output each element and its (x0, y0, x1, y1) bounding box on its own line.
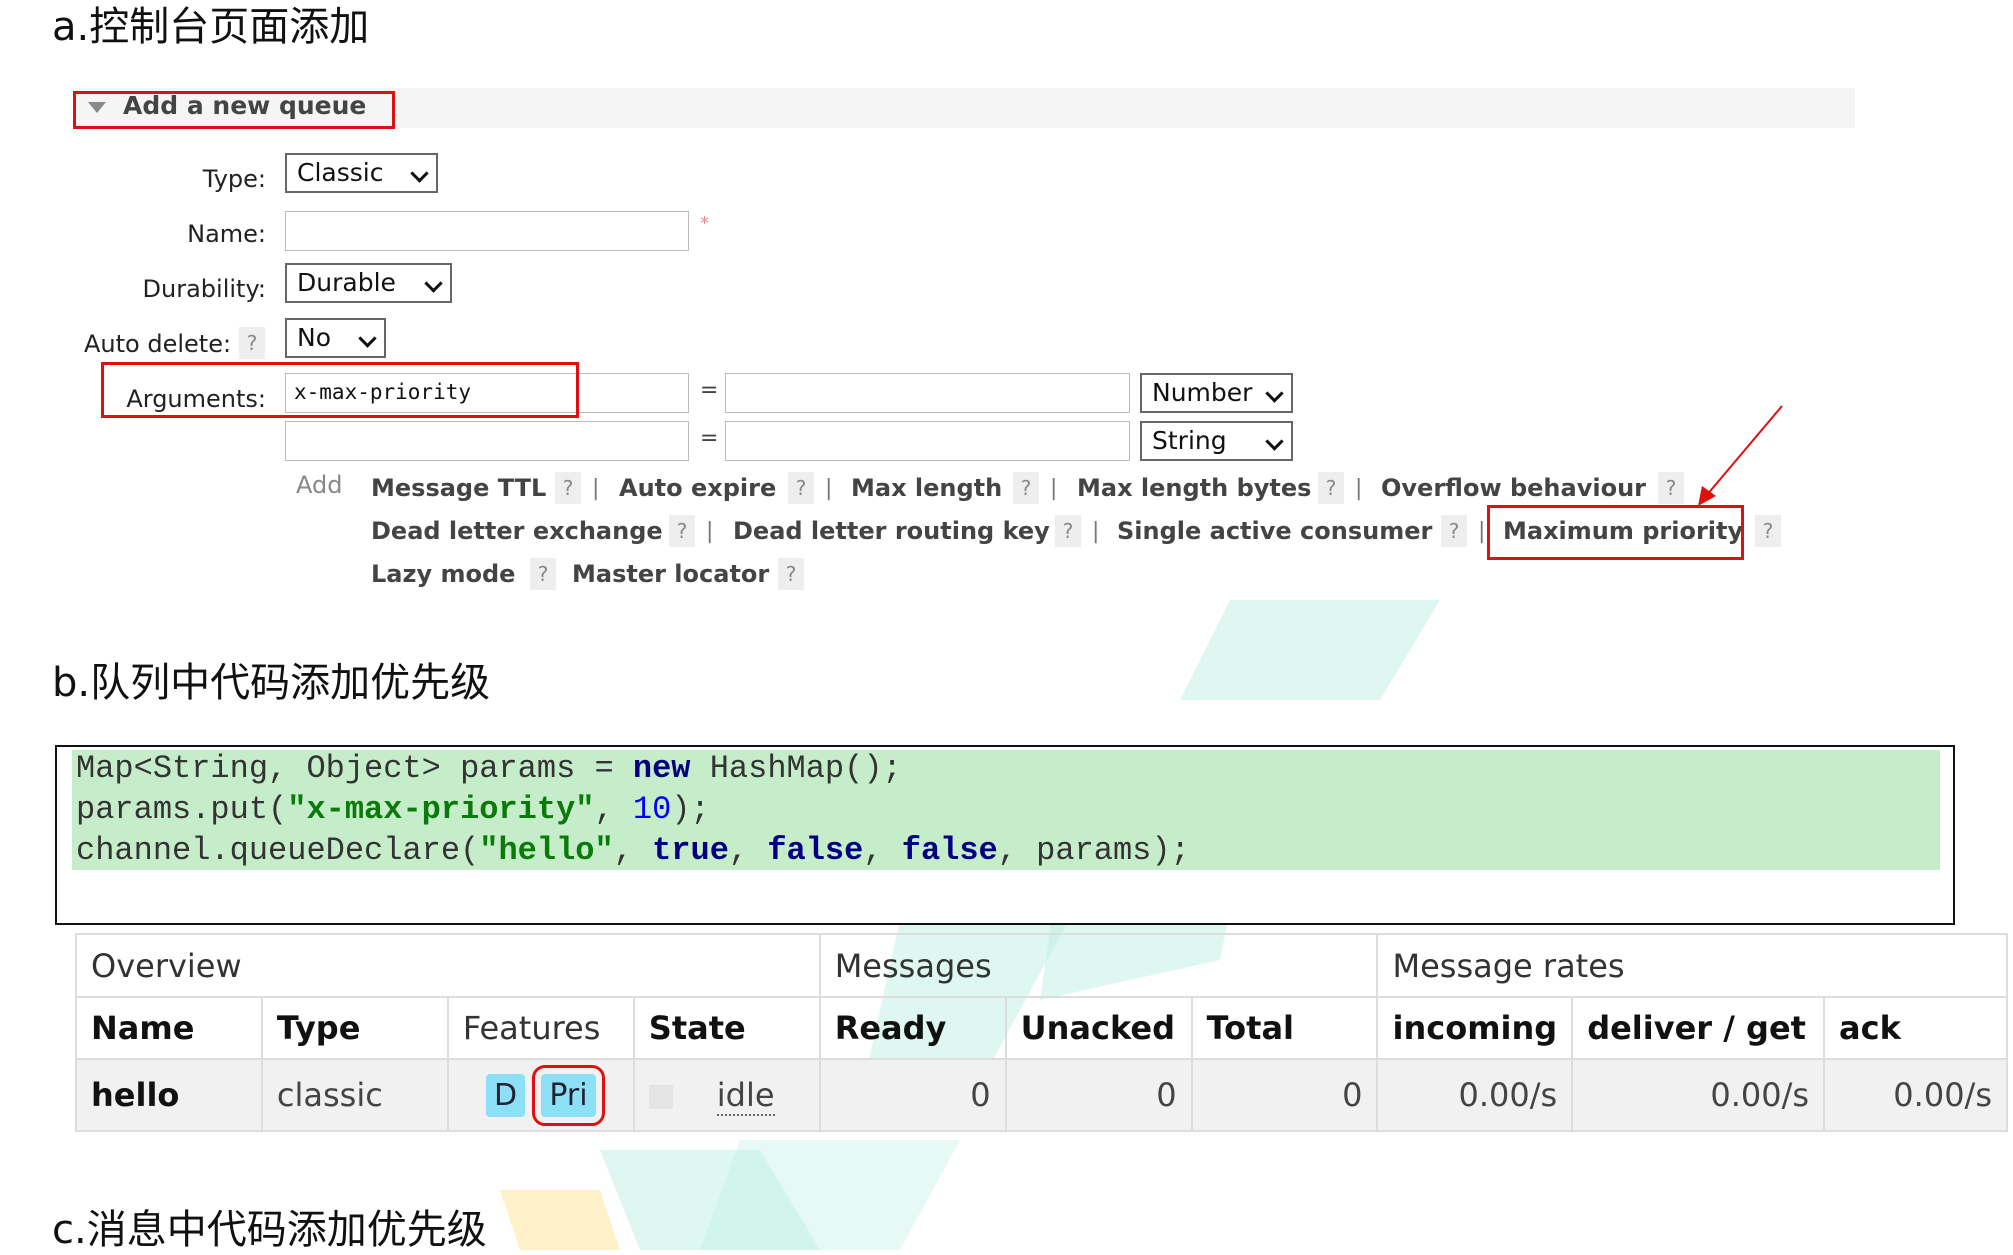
col-incoming[interactable]: incoming (1376, 996, 1574, 1060)
equals-sign: = (700, 378, 719, 403)
help-question-icon[interactable]: ? (1658, 472, 1684, 504)
col-unacked[interactable]: Unacked (1004, 996, 1193, 1060)
help-max-length-bytes[interactable]: Max length bytes (1077, 474, 1311, 502)
help-dead-letter-exchange[interactable]: Dead letter exchange (371, 517, 663, 545)
group-message-rates: Message rates (1376, 933, 2008, 998)
highlight-maximum-priority (1487, 505, 1744, 560)
type-label: Type: (202, 165, 266, 193)
chevron-down-icon (1265, 384, 1284, 403)
code-line-3: channel.queueDeclare("hello", true, fals… (76, 832, 1190, 869)
group-overview: Overview (75, 933, 821, 998)
ack-rate: 0.00/s (1823, 1058, 2008, 1132)
argument-type-select-2[interactable]: String (1140, 421, 1293, 461)
queue-state: idle (632, 1058, 821, 1132)
help-question-icon[interactable]: ? (788, 472, 814, 504)
queue-features: D Pri (446, 1058, 635, 1132)
separator: | (592, 476, 600, 501)
argument-value-input-2[interactable] (725, 421, 1130, 461)
feature-badge-priority: Pri (532, 1064, 605, 1126)
argument-type-value: Number (1152, 378, 1253, 407)
highlight-add-queue (73, 91, 395, 129)
durability-select[interactable]: Durable (285, 263, 452, 303)
required-marker: * (700, 213, 709, 234)
feature-badge-durable: D (486, 1073, 526, 1117)
argument-value-input[interactable] (725, 373, 1130, 413)
separator: | (1092, 519, 1100, 544)
col-ready[interactable]: Ready (818, 996, 1007, 1060)
col-total[interactable]: Total (1190, 996, 1379, 1060)
section-c-heading: c.消息中代码添加优先级 (52, 1207, 487, 1253)
queue-table: Overview Messages Message rates Name Typ… (75, 933, 2008, 1132)
separator: | (706, 519, 714, 544)
section-b-heading: b.队列中代码添加优先级 (52, 660, 491, 706)
help-question-icon[interactable]: ? (555, 472, 581, 504)
auto-delete-select[interactable]: No (285, 318, 386, 358)
highlight-arguments (101, 362, 579, 418)
help-question-icon[interactable]: ? (669, 515, 695, 547)
help-question-icon[interactable]: ? (1318, 472, 1344, 504)
add-label: Add (296, 471, 343, 499)
name-input[interactable] (285, 211, 689, 251)
chevron-down-icon (424, 274, 443, 293)
col-deliver-get[interactable]: deliver / get (1571, 996, 1826, 1060)
help-question-icon[interactable]: ? (1013, 472, 1039, 504)
help-question-icon[interactable]: ? (778, 558, 804, 590)
unacked-count: 0 (1004, 1058, 1193, 1132)
auto-delete-help-icon[interactable]: ? (239, 327, 265, 359)
chevron-down-icon (358, 329, 377, 348)
ready-count: 0 (818, 1058, 1007, 1132)
help-question-icon[interactable]: ? (1055, 515, 1081, 547)
section-a-heading: a.控制台页面添加 (52, 4, 370, 50)
help-question-icon[interactable]: ? (1755, 515, 1781, 547)
col-ack[interactable]: ack (1823, 996, 2008, 1060)
durability-label: Durability: (142, 275, 266, 303)
separator: | (1050, 476, 1058, 501)
argument-key-input-2[interactable] (285, 421, 689, 461)
col-state[interactable]: State (632, 996, 821, 1060)
separator: | (825, 476, 833, 501)
type-select-value: Classic (297, 158, 384, 187)
argument-type-value-2: String (1152, 426, 1227, 455)
col-type[interactable]: Type (260, 996, 449, 1060)
state-indicator-icon (648, 1085, 673, 1109)
code-line-1: Map<String, Object> params = new HashMap… (76, 750, 902, 787)
queue-type: classic (260, 1058, 449, 1132)
help-max-length[interactable]: Max length (851, 474, 1002, 502)
help-master-locator[interactable]: Master locator (572, 560, 769, 588)
help-question-icon[interactable]: ? (1441, 515, 1467, 547)
queue-name-link[interactable]: hello (75, 1058, 263, 1132)
code-line-2: params.put("x-max-priority", 10); (76, 791, 710, 828)
total-count: 0 (1190, 1058, 1379, 1132)
col-features: Features (446, 996, 635, 1060)
help-overflow-behaviour[interactable]: Overflow behaviour (1381, 474, 1646, 502)
argument-type-select[interactable]: Number (1140, 373, 1293, 413)
chevron-down-icon (1265, 432, 1284, 451)
help-question-icon[interactable]: ? (530, 558, 556, 590)
incoming-rate: 0.00/s (1376, 1058, 1574, 1132)
durability-select-value: Durable (297, 268, 396, 297)
group-messages: Messages (818, 933, 1379, 998)
equals-sign: = (700, 426, 719, 451)
separator: | (1355, 476, 1363, 501)
help-dead-letter-routing-key[interactable]: Dead letter routing key (733, 517, 1050, 545)
auto-delete-label: Auto delete: (84, 330, 232, 358)
help-lazy-mode[interactable]: Lazy mode (371, 560, 515, 588)
deliver-get-rate: 0.00/s (1571, 1058, 1826, 1132)
table-row: hello classic D Pri idle 0 0 0 0.00/s 0.… (75, 1058, 2008, 1132)
auto-delete-select-value: No (297, 323, 331, 352)
queue-state-text: idle (716, 1076, 775, 1116)
chevron-down-icon (410, 164, 429, 183)
help-auto-expire[interactable]: Auto expire (619, 474, 776, 502)
type-select[interactable]: Classic (285, 153, 438, 193)
name-label: Name: (187, 220, 266, 248)
red-arrow-icon (1698, 405, 1783, 506)
help-message-ttl[interactable]: Message TTL (371, 474, 546, 502)
separator: | (1478, 519, 1486, 544)
help-single-active-consumer[interactable]: Single active consumer (1117, 517, 1432, 545)
col-name[interactable]: Name (75, 996, 263, 1060)
